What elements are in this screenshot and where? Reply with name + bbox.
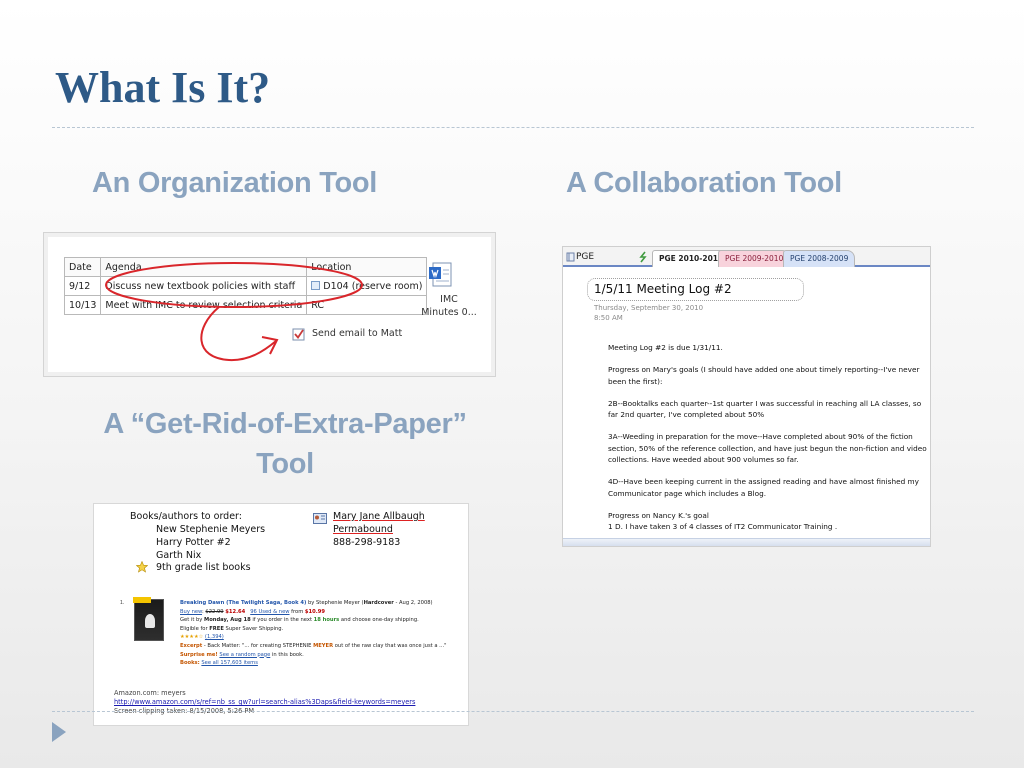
shipping-text: Eligible for: [180, 625, 210, 632]
contact-company: Permabound: [333, 523, 393, 535]
contact-card-icon: [313, 513, 327, 524]
used-price: $10.99: [304, 608, 325, 615]
list-item: Harry Potter #2: [156, 536, 231, 548]
list-item: 9th grade list books: [156, 562, 251, 574]
note-paragraph: 3A--Weeding in preparation for the move-…: [608, 432, 927, 465]
list-item: New Stephenie Meyers: [156, 524, 266, 535]
surprise-text: in this book.: [270, 651, 304, 658]
note-paragraph: Progress on Nancy K.'s goal: [608, 510, 709, 520]
result-number: 1.: [120, 600, 125, 606]
organization-screenshot: Date Agenda Location 9/12 Discuss new te…: [43, 232, 496, 377]
star-icon: [136, 561, 148, 573]
contact-phone: 888-298-9183: [333, 536, 401, 548]
book-cover-badge: [133, 597, 151, 603]
tab-pge-2008-2009[interactable]: PGE 2008-2009: [783, 250, 856, 267]
chess-piece-icon: [145, 614, 155, 628]
heading-organization-tool: An Organization Tool: [92, 167, 378, 199]
delivery-hours: 18 hours: [313, 617, 340, 624]
buy-new-link[interactable]: Buy new: [180, 609, 202, 615]
delivery-day: Monday, Aug 18: [204, 617, 251, 624]
excerpt-label: Excerpt: [180, 642, 203, 649]
window-footer: [563, 538, 930, 546]
navigate-arrow-icon[interactable]: [638, 251, 648, 263]
heading-paper-tool-line1: A “Get-Rid-of-Extra-Paper”: [103, 408, 467, 440]
list-price: $22.99: [205, 608, 224, 615]
note-body[interactable]: Meeting Log #2 is due 1/31/11. Progress …: [608, 342, 930, 533]
tab-pge-2009-2010[interactable]: PGE 2009-2010: [718, 250, 791, 267]
books-to-order-heading: Books/authors to order:: [130, 511, 242, 522]
page-timestamp: Thursday, September 30, 2010 8:50 AM: [594, 303, 703, 323]
book-date: - Aug 2, 2008): [393, 600, 433, 606]
note-paragraph: 4D--Have been keeping current in the ass…: [608, 477, 919, 498]
amazon-result: Breaking Dawn (The Twilight Saga, Book 4…: [180, 600, 447, 667]
source-site: Amazon.com: meyers: [114, 689, 186, 697]
contact-card: Mary Jane Allbaugh Permabound 888-298-91…: [333, 511, 425, 549]
contact-name: Mary Jane Allbaugh: [333, 511, 425, 522]
book-byline: by Stephenie Meyer (: [306, 600, 364, 606]
section-tab-bar: PGE PGE 2010-2011 PGE 2009-2010 PGE 2008…: [563, 247, 930, 267]
excerpt-highlight: MEYER: [313, 642, 334, 649]
slide-title: What Is It?: [55, 63, 271, 112]
book-format: Hardcover: [363, 600, 394, 606]
source-url-link[interactable]: http://www.amazon.com/s/ref=nb_ss_gw?url…: [114, 698, 415, 707]
books-list: New Stephenie Meyers Harry Potter #2 Gar…: [156, 524, 265, 575]
page-time: 8:50 AM: [594, 314, 623, 322]
used-from-text: from: [289, 608, 305, 615]
delivery-text: if you order in the next: [250, 617, 314, 624]
delivery-text: Get it by: [180, 617, 205, 624]
rating-stars-icon: ★★★★☆: [180, 634, 204, 641]
excerpt-text: out of the raw clay that was once just a…: [333, 642, 447, 649]
page-date: Thursday, September 30, 2010: [594, 304, 704, 312]
play-arrow-icon: [52, 722, 66, 742]
footer-divider: [52, 711, 974, 712]
collaboration-screenshot: PGE PGE 2010-2011 PGE 2009-2010 PGE 2008…: [562, 246, 931, 547]
heading-collaboration-tool: A Collaboration Tool: [566, 167, 842, 199]
notebook-icon: [566, 252, 575, 262]
note-paragraph: 1 D. I have taken 3 of 4 classes of IT2 …: [608, 522, 838, 532]
list-item: Garth Nix: [156, 549, 202, 561]
book-title-link[interactable]: Breaking Dawn (The Twilight Saga, Book 4…: [180, 600, 306, 606]
sale-price: $12.64: [225, 608, 246, 615]
notebook-name[interactable]: PGE: [576, 252, 594, 262]
rating-count-link[interactable]: (1,394): [205, 634, 224, 640]
title-divider: [52, 127, 974, 128]
paper-screenshot: Books/authors to order: New Stephenie Me…: [93, 503, 469, 726]
used-new-link[interactable]: 96 Used & new: [250, 609, 289, 615]
excerpt-text: - Back Matter: "... for creating STEPHEN…: [202, 642, 314, 649]
delivery-text: and choose one-day shipping.: [339, 617, 419, 624]
page-title[interactable]: 1/5/11 Meeting Log #2: [587, 278, 804, 301]
shipping-free: FREE: [209, 625, 224, 632]
books-label: Books:: [180, 660, 200, 667]
book-cover-image[interactable]: [133, 597, 164, 641]
random-page-link[interactable]: See a random page: [219, 652, 270, 658]
surprise-label: Surprise me!: [180, 651, 218, 658]
heading-paper-tool-line2: Tool: [256, 448, 314, 480]
hand-drawn-annotation: [105, 262, 363, 362]
note-paragraph: 2B--Booktalks each quarter--1st quarter …: [608, 398, 922, 420]
note-paragraph: Progress on Mary's goals (I should have …: [608, 365, 920, 386]
see-all-link[interactable]: See all 157,603 items: [201, 660, 258, 666]
shipping-text: Super Saver Shipping.: [223, 625, 284, 632]
note-paragraph: Meeting Log #2 is due 1/31/11.: [608, 343, 723, 352]
